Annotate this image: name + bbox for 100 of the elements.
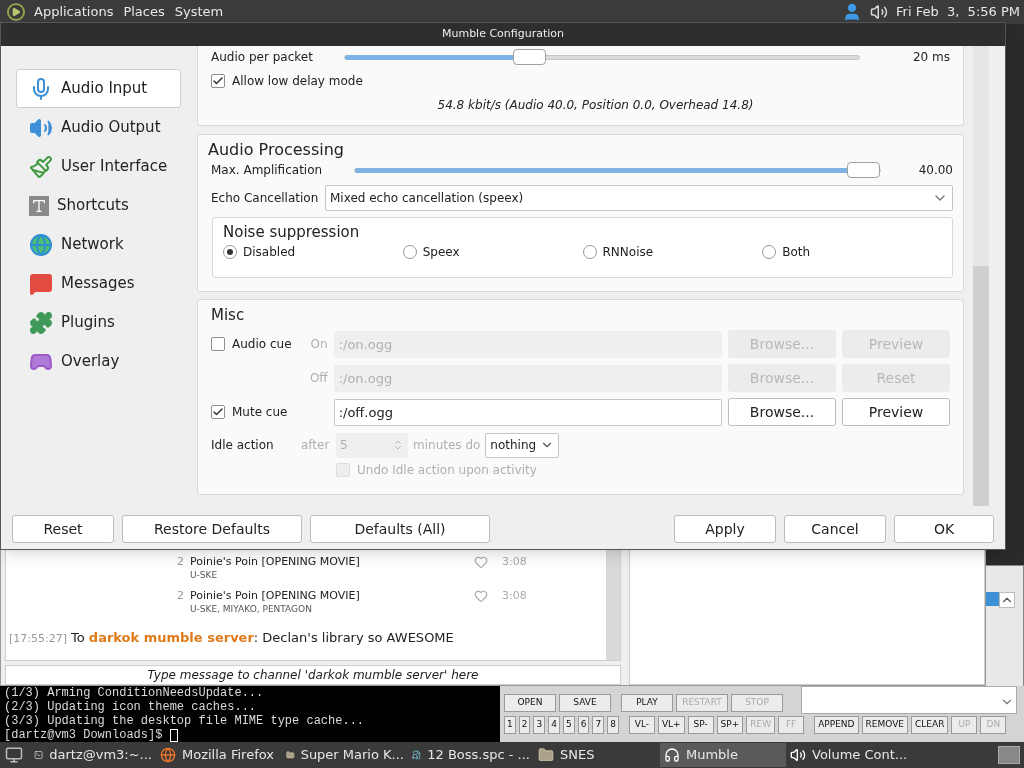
sidebar-item[interactable]: Plugins: [16, 303, 181, 342]
player-button[interactable]: 1: [504, 716, 516, 734]
player-button[interactable]: 4: [548, 716, 560, 734]
track-duration: 3:08: [502, 588, 527, 604]
message-input[interactable]: Type message to channel 'darkok mumble server' here: [5, 665, 621, 685]
scroll-up-icon[interactable]: [999, 592, 1015, 608]
player-button[interactable]: OPEN: [504, 694, 556, 712]
sidebar-item[interactable]: Audio Input: [16, 69, 181, 108]
track-artist: U-SKE, MIYAKO, PENTAGON: [190, 603, 312, 616]
sidebar-item[interactable]: Audio Output: [16, 108, 181, 147]
radio-label: Speex: [422, 244, 460, 261]
taskbar-item[interactable]: dartz@vm3:~...: [30, 743, 156, 767]
checkbox[interactable]: [211, 74, 225, 88]
globe-icon: [160, 747, 176, 763]
field-label: minutes do: [413, 437, 481, 454]
taskbar-item[interactable]: 12 Boss.spc - ...: [408, 743, 534, 767]
slider-value: 40.00: [917, 162, 953, 179]
player-button[interactable]: 7: [592, 716, 605, 734]
taskbar-item[interactable]: Super Mario K...: [282, 743, 408, 767]
dialog-button[interactable]: Browse...: [728, 398, 836, 426]
taskbar-item[interactable]: Mumble: [660, 743, 786, 767]
checkbox[interactable]: [211, 405, 225, 419]
heart-icon[interactable]: [474, 589, 488, 603]
clock[interactable]: Fri Feb 3, 5:56 PM: [896, 2, 1020, 22]
show-desktop-icon[interactable]: [4, 746, 24, 764]
slider-handle[interactable]: [847, 161, 880, 178]
echo-select[interactable]: Mixed echo cancellation (speex): [325, 185, 953, 211]
radio-label: Both: [782, 244, 811, 261]
dialog-button[interactable]: Cancel: [784, 515, 886, 543]
panel-menu[interactable]: System: [173, 2, 225, 22]
player-button[interactable]: 5: [562, 716, 575, 734]
terminal-line: (3/3) Updating the desktop file MIME type cache...: [4, 714, 365, 728]
checkbox-label: Allow low delay mode: [232, 73, 363, 90]
field-label: On: [310, 336, 328, 353]
checkbox-label: Mute cue: [232, 404, 288, 421]
player-button[interactable]: 3: [533, 716, 546, 734]
panel-menu[interactable]: Applications: [33, 2, 115, 22]
dialog-button[interactable]: Reset: [12, 515, 114, 543]
taskbar-item[interactable]: SNES: [534, 743, 660, 767]
taskbar-item[interactable]: Mozilla Firefox: [156, 743, 282, 767]
chat-message: To darkok mumble server: Declan's library so AWESOME: [71, 629, 454, 647]
speaker-icon[interactable]: [870, 3, 889, 21]
globe-icon: [29, 232, 53, 257]
sidebar-item[interactable]: Network: [16, 225, 181, 264]
terminal-cursor: [169, 728, 178, 742]
workspace-icon[interactable]: [998, 746, 1020, 764]
player-button[interactable]: 6: [577, 716, 590, 734]
player-button[interactable]: CLEAR: [911, 716, 949, 734]
headphones-icon: [664, 747, 680, 763]
player-button[interactable]: VL+: [657, 716, 685, 734]
dialog-button[interactable]: Preview: [842, 398, 950, 426]
track-number: 2: [176, 554, 184, 570]
track-title: Poinie's Poin [OPENING MOVIE]: [190, 554, 360, 570]
file-field[interactable]: :/off.ogg: [333, 398, 722, 426]
radio-button[interactable]: [223, 245, 237, 259]
terminal-prompt: [dartz@vm3 Downloads]$: [4, 728, 164, 742]
radio-button[interactable]: [402, 245, 417, 259]
dialog-button[interactable]: OK: [894, 515, 994, 543]
terminal-line: (1/3) Arming ConditionNeedsUpdate...: [4, 686, 264, 700]
player-button[interactable]: 8: [607, 716, 619, 734]
sidebar-item[interactable]: Messages: [16, 264, 181, 303]
player-button[interactable]: REMOVE: [861, 716, 908, 734]
track-duration: 3:08: [502, 554, 527, 570]
field-label: Audio per packet: [211, 49, 314, 66]
heart-icon[interactable]: [474, 555, 488, 569]
dialog-button[interactable]: Defaults (All): [310, 515, 490, 543]
terminal-line: (2/3) Updating icon theme caches...: [4, 700, 257, 714]
scrollbar-thumb[interactable]: [973, 266, 989, 506]
group-title: Misc: [211, 306, 245, 324]
track-title: Poinie's Poin [OPENING MOVIE]: [190, 588, 360, 604]
speech-bubble-icon: [29, 271, 53, 296]
scrollbar[interactable]: [973, 46, 989, 506]
sidebar-item[interactable]: Overlay: [16, 342, 181, 381]
taskbar-item[interactable]: Volume Cont...: [786, 743, 912, 767]
radio-button[interactable]: [582, 245, 597, 259]
field-label: Echo Cancellation: [211, 190, 320, 207]
field-label: Idle action: [211, 437, 275, 454]
player-button[interactable]: 2: [518, 716, 531, 734]
slider-handle[interactable]: [513, 48, 547, 65]
sidebar-item[interactable]: Shortcuts: [16, 186, 181, 225]
letter-icon: [29, 195, 49, 216]
player-button[interactable]: VL-: [628, 716, 655, 734]
scrollbar[interactable]: [606, 550, 620, 660]
sidebar-item[interactable]: User Interface: [16, 147, 181, 186]
checkbox-label: Audio cue: [232, 336, 292, 353]
slider-value: 20 ms: [911, 49, 950, 66]
field-label: after: [301, 437, 331, 454]
radio-button[interactable]: [762, 245, 777, 259]
dialog-button[interactable]: Restore Defaults: [122, 515, 302, 543]
checkbox-label: Undo Idle action upon activity: [357, 462, 537, 479]
brush-icon: [29, 154, 53, 179]
player-button[interactable]: SAVE: [559, 694, 611, 712]
player-button[interactable]: SP-: [687, 716, 714, 734]
player-button[interactable]: SP+: [716, 716, 744, 734]
group-title: Noise suppression: [223, 223, 360, 241]
field-label: Off: [309, 370, 328, 387]
player-button[interactable]: APPEND: [814, 716, 859, 734]
player-button[interactable]: PLAY: [621, 694, 673, 712]
panel-menu[interactable]: Places: [122, 2, 166, 22]
dialog-button[interactable]: Apply: [674, 515, 776, 543]
